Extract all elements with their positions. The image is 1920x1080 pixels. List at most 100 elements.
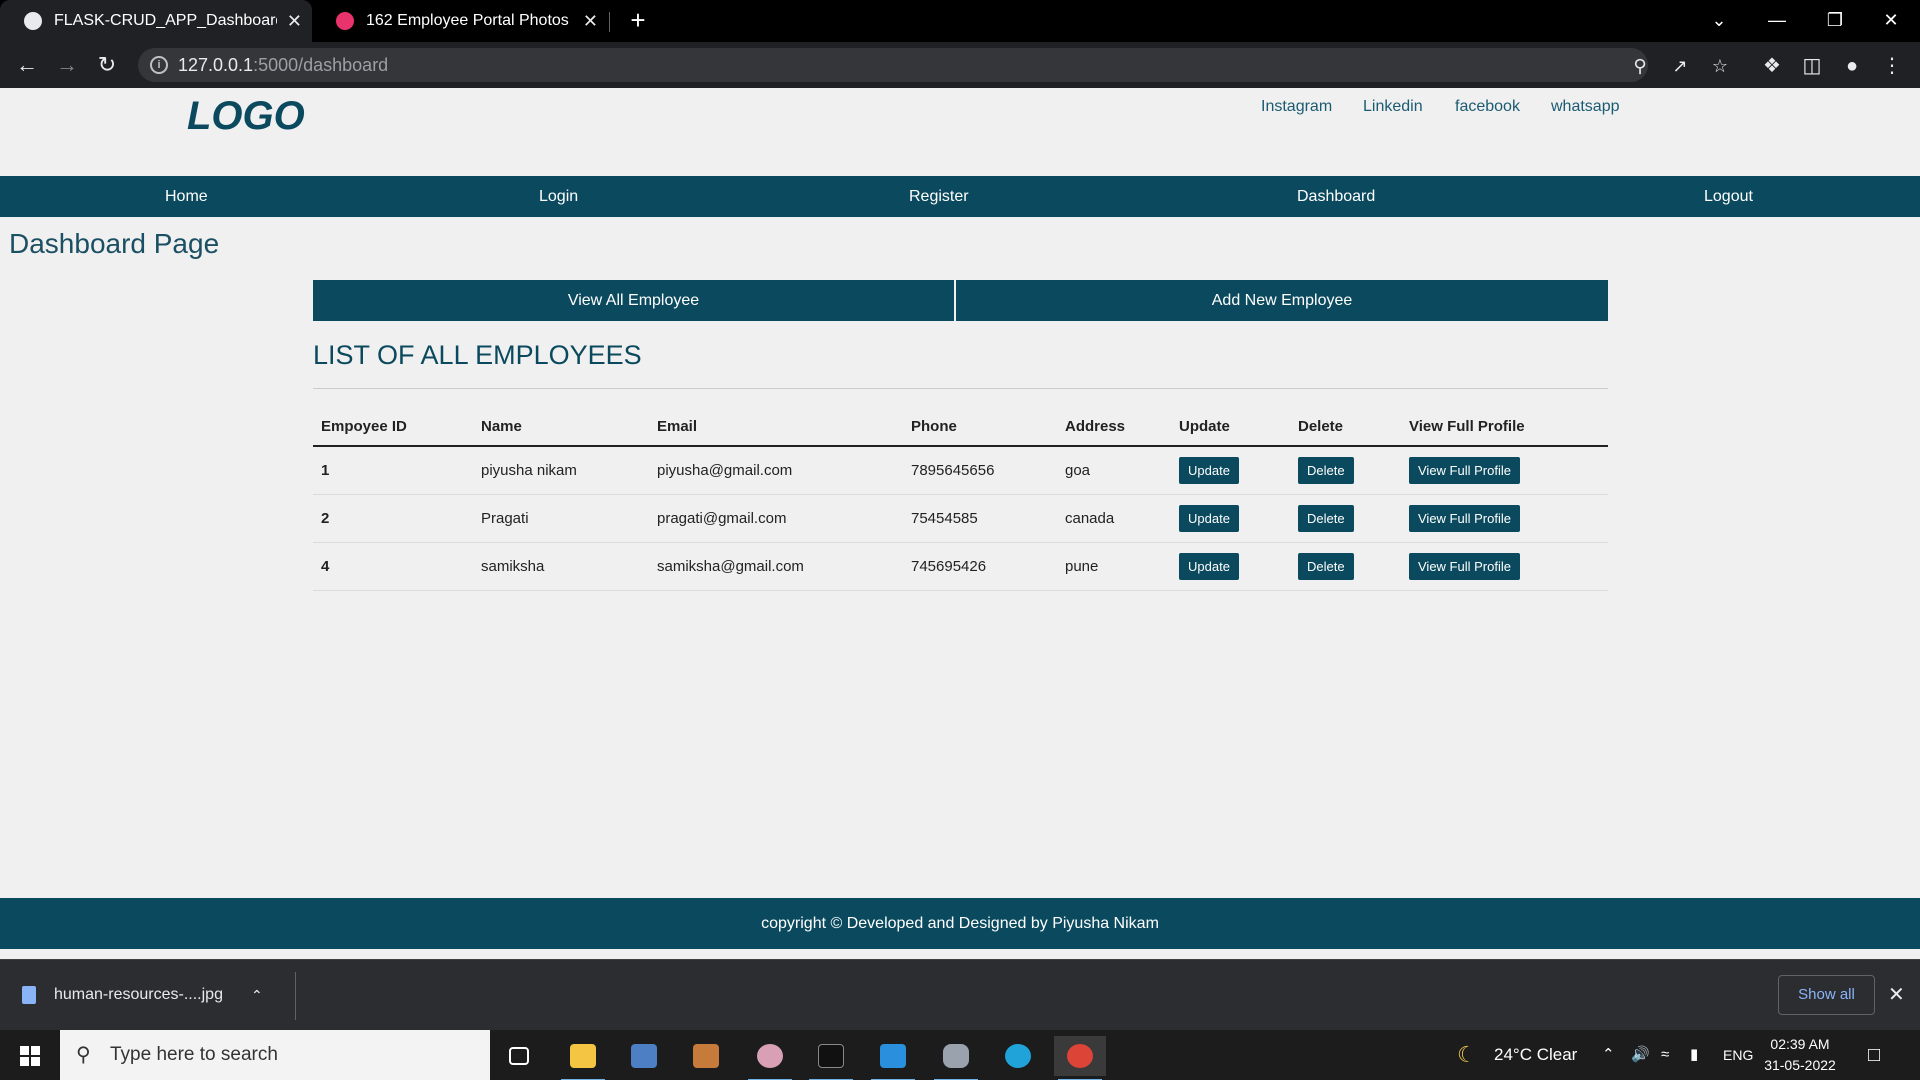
site-favicon-icon <box>336 12 354 30</box>
view-all-employee-button[interactable]: View All Employee <box>313 280 955 321</box>
search-placeholder: Type here to search <box>110 1044 278 1065</box>
close-icon[interactable]: ✕ <box>1888 982 1905 1007</box>
delete-button[interactable]: Delete <box>1298 456 1354 484</box>
tab-title: 162 Employee Portal Photos - Fre <box>366 12 573 29</box>
url-text[interactable]: 127.0.0.1:5000/dashboard <box>178 55 388 76</box>
terminal-icon[interactable] <box>805 1036 857 1080</box>
virtualbox-icon[interactable] <box>618 1036 670 1076</box>
close-tab-icon[interactable]: ✕ <box>287 11 302 32</box>
edge-browser-icon[interactable] <box>992 1036 1044 1076</box>
site-info-icon[interactable]: i <box>150 56 168 74</box>
view-full-profile-button[interactable]: View Full Profile <box>1409 504 1520 532</box>
restore-button[interactable]: ❐ <box>1806 0 1864 42</box>
chevron-up-icon[interactable]: ⌃ <box>251 987 263 1004</box>
employee-name-cell: piyusha nikam <box>473 446 649 495</box>
dashboard-actions: View All Employee Add New Employee <box>313 280 1608 322</box>
more-menu-icon[interactable]: ⋮ <box>1880 54 1904 78</box>
clock-time: 02:39 AM <box>1770 1036 1830 1052</box>
nav-register[interactable]: Register <box>909 176 969 217</box>
whatsapp-link[interactable]: whatsapp <box>1551 98 1620 116</box>
system-clock[interactable]: 02:39 AM 31-05-2022 <box>1750 1034 1850 1076</box>
url-bar[interactable]: i 127.0.0.1:5000/dashboard ⚲ ↗ ☆ <box>138 48 1728 82</box>
update-button[interactable]: Update <box>1179 456 1239 484</box>
table-row: 1 piyusha nikam piyusha@gmail.com 789564… <box>313 446 1608 495</box>
update-cell: Update <box>1171 494 1290 543</box>
share-icon[interactable]: ↗ <box>1670 56 1690 76</box>
update-cell: Update <box>1171 542 1290 591</box>
employee-phone-cell: 75454585 <box>903 494 1057 543</box>
task-view-icon[interactable] <box>493 1036 545 1076</box>
view-full-profile-button[interactable]: View Full Profile <box>1409 456 1520 484</box>
employee-email-cell: piyusha@gmail.com <box>649 446 903 495</box>
update-cell: Update <box>1171 446 1290 495</box>
language-indicator[interactable]: ENG <box>1723 1030 1753 1080</box>
minimize-button[interactable]: — <box>1748 0 1806 42</box>
column-header: View Full Profile <box>1401 408 1608 447</box>
view-full-profile-button[interactable]: View Full Profile <box>1409 552 1520 580</box>
tab-search-button[interactable]: ⌄ <box>1690 0 1748 42</box>
add-new-employee-button[interactable]: Add New Employee <box>956 280 1608 321</box>
delete-cell: Delete <box>1290 542 1401 591</box>
delete-cell: Delete <box>1290 494 1401 543</box>
weather-moon-icon[interactable]: ☾ <box>1457 1030 1477 1080</box>
volume-icon[interactable]: 🔊 <box>1631 1030 1650 1080</box>
site-footer: copyright © Developed and Designed by Pi… <box>0 898 1920 949</box>
chrome-browser-icon[interactable] <box>1054 1036 1106 1080</box>
tab-flask-dashboard[interactable]: FLASK-CRUD_APP_Dashboard_pa ✕ <box>0 0 312 42</box>
tab-employee-portal-photos[interactable]: 162 Employee Portal Photos - Fre ✕ <box>312 0 608 42</box>
table-row: 2 Pragati pragati@gmail.com 75454585 can… <box>313 494 1608 543</box>
show-all-button[interactable]: Show all <box>1778 975 1875 1015</box>
url-host: 127.0.0.1 <box>178 55 254 75</box>
forward-arrow-icon[interactable]: → <box>52 50 82 80</box>
reload-icon[interactable]: ↻ <box>92 50 122 80</box>
column-header: Name <box>473 408 649 447</box>
table-header-row: Empoyee ID Name Email Phone Address Upda… <box>313 408 1608 447</box>
extensions-puzzle-icon[interactable]: ❖ <box>1760 54 1784 78</box>
employee-email-cell: samiksha@gmail.com <box>649 542 903 591</box>
new-tab-button[interactable]: + <box>623 5 653 35</box>
notifications-icon[interactable]: □ <box>1868 1030 1880 1080</box>
employee-email-cell: pragati@gmail.com <box>649 494 903 543</box>
employee-name-cell: samiksha <box>473 542 649 591</box>
instagram-link[interactable]: Instagram <box>1261 98 1332 116</box>
employee-id-cell: 2 <box>313 494 473 543</box>
paint-app-icon[interactable] <box>744 1036 796 1080</box>
nav-dashboard[interactable]: Dashboard <box>1297 176 1375 217</box>
delete-button[interactable]: Delete <box>1298 552 1354 580</box>
file-explorer-icon[interactable] <box>557 1036 609 1080</box>
bookmark-star-icon[interactable]: ☆ <box>1710 56 1730 76</box>
download-item[interactable]: human-resources-....jpg ⌃ <box>22 986 263 1004</box>
browser-tab-strip: FLASK-CRUD_APP_Dashboard_pa ✕ 162 Employ… <box>0 0 1920 42</box>
vscode-icon[interactable] <box>867 1036 919 1080</box>
battery-icon[interactable]: ▮ <box>1690 1030 1698 1080</box>
view-profile-cell: View Full Profile <box>1401 446 1608 495</box>
site-logo[interactable]: LOGO <box>187 94 305 139</box>
delete-button[interactable]: Delete <box>1298 504 1354 532</box>
taskbar-search-box[interactable]: ⚲ Type here to search <box>60 1030 490 1080</box>
back-arrow-icon[interactable]: ← <box>12 50 42 80</box>
update-button[interactable]: Update <box>1179 552 1239 580</box>
linkedin-link[interactable]: Linkedin <box>1363 98 1423 116</box>
chevron-up-icon[interactable]: ⌃ <box>1602 1030 1615 1080</box>
profile-avatar-icon[interactable]: ● <box>1840 54 1864 78</box>
weather-text[interactable]: 24°C Clear <box>1494 1030 1577 1080</box>
nav-logout[interactable]: Logout <box>1704 176 1753 217</box>
update-button[interactable]: Update <box>1179 504 1239 532</box>
wifi-icon[interactable]: ≈ <box>1661 1030 1669 1080</box>
table-row: 4 samiksha samiksha@gmail.com 745695426 … <box>313 542 1608 591</box>
zoom-icon[interactable]: ⚲ <box>1630 56 1650 76</box>
employee-phone-cell: 7895645656 <box>903 446 1057 495</box>
nav-login[interactable]: Login <box>539 176 578 217</box>
employee-address-cell: canada <box>1057 494 1171 543</box>
windows-start-icon[interactable] <box>0 1030 60 1080</box>
database-icon[interactable] <box>930 1036 982 1080</box>
side-panel-icon[interactable]: ◫ <box>1800 54 1824 78</box>
facebook-link[interactable]: facebook <box>1455 98 1520 116</box>
close-window-button[interactable]: ✕ <box>1862 0 1920 42</box>
main-nav: Home Login Register Dashboard Logout <box>0 176 1920 217</box>
clock-date: 31-05-2022 <box>1764 1057 1836 1073</box>
close-tab-icon[interactable]: ✕ <box>583 11 598 32</box>
app-icon[interactable] <box>680 1036 732 1076</box>
nav-home[interactable]: Home <box>165 176 208 217</box>
tab-title: FLASK-CRUD_APP_Dashboard_pa <box>54 12 277 29</box>
